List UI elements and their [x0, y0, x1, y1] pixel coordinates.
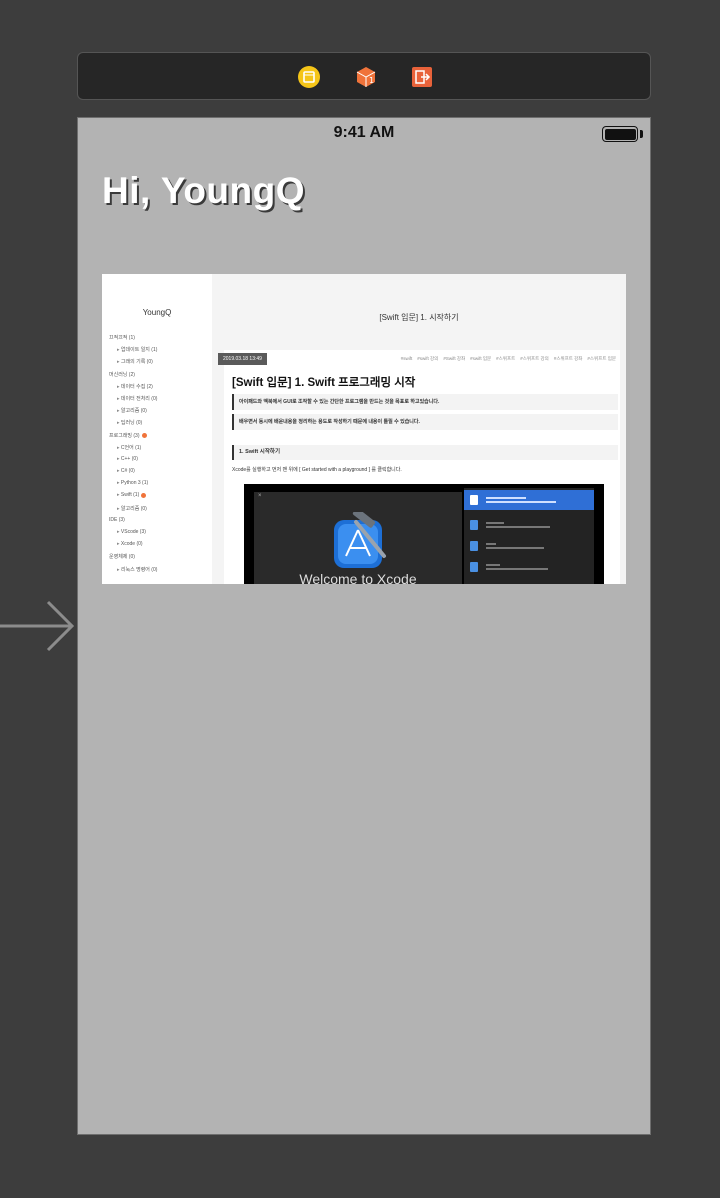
post-tag: #Swift 강좌 — [443, 356, 466, 361]
svg-text:1: 1 — [369, 76, 374, 85]
first-responder-icon[interactable]: 1 — [354, 65, 378, 89]
status-time: 9:41 AM — [333, 124, 395, 141]
xcode-welcome-screenshot: × Welcome to Xcode — [244, 484, 604, 584]
blog-sidebar: YoungQ 끄적끄적 (1) 업데이트 일지 (1) 그래의 기록 (0) 머신러닝… — [102, 274, 212, 584]
blog-category-label: C언어 (1) — [120, 444, 142, 451]
blog-category-label: 끄적끄적 (1) — [109, 335, 135, 341]
post-title: [Swift 입문] 1. Swift 프로그래밍 시작 — [232, 377, 416, 389]
blog-category-item: 끄적끄적 (1) — [109, 334, 157, 346]
blog-category-list: 끄적끄적 (1) 업데이트 일지 (1) 그래의 기록 (0) 머신러닝 (2) 데이터… — [109, 334, 157, 578]
blog-category-item: 그래의 기록 (0) — [109, 358, 157, 370]
post-tag: #스위프트 강의 — [520, 356, 549, 361]
xcode-logo-icon — [334, 512, 386, 568]
greeting-label: Hi, YoungQ — [102, 170, 306, 211]
blog-category-label: 운영체제 (0) — [109, 554, 135, 561]
new-badge-icon — [141, 432, 147, 438]
blog-category-item: 머신러닝 (2) — [109, 371, 157, 383]
blog-category-label: 머신러닝 (2) — [109, 371, 135, 378]
post-tags: #swift #swift 강의 #Swift 강좌 #swift 입문 #스위프트 #스… — [396, 356, 616, 362]
blog-category-item: VScode (3) — [109, 529, 157, 541]
blog-category-label: VScode (3) — [120, 529, 146, 535]
blog-category-label: 알고리즘 (0) — [120, 408, 147, 415]
blog-category-label: C++ (0) — [120, 455, 138, 462]
view-controller-icon[interactable] — [297, 65, 321, 89]
post-section-heading: 1. Swift 시작하기 — [232, 445, 618, 460]
blog-category-label: 리눅스 명령어 (0) — [120, 566, 158, 573]
xcode-welcome-text: Welcome to Xcode — [299, 571, 417, 584]
close-icon: × — [258, 493, 262, 499]
blog-category-item: 알고리즘 (0) — [109, 407, 157, 419]
blog-category-item: Swift (1) — [109, 492, 157, 504]
post-tag: #swift 강의 — [417, 356, 439, 361]
post-paragraph: Xcode를 실행하고 먼저 맨 위에 [ Get started with a… — [232, 467, 402, 473]
post-date: 2019.03.18 13:49 — [218, 353, 267, 365]
list-item — [464, 515, 594, 535]
battery-icon — [602, 126, 638, 142]
blog-category-item: 딥러닝 (0) — [109, 419, 157, 431]
blog-category-label: 업데이트 일지 (1) — [120, 347, 158, 354]
post-quote-1: 아이패드와 맥북에서 GUI로 조작할 수 있는 간단한 프로그램을 만드는 것… — [232, 394, 618, 410]
list-item — [464, 536, 594, 556]
blog-category-label: Python 3 (1) — [120, 480, 149, 487]
blog-category-item: 리눅스 명령어 (0) — [109, 566, 158, 578]
blog-category-item: 업데이트 일지 (1) — [109, 346, 158, 358]
blog-category-label: 그래의 기록 (0) — [120, 359, 153, 366]
blog-category-item: C++ (0) — [109, 456, 157, 468]
blog-category-label: 데이터 전처리 (0) — [120, 395, 158, 402]
blog-category-item: 데이터 전처리 (0) — [109, 395, 158, 407]
post-quote-2: 배우면서 동시에 배운내용을 정리하는 용도로 작성하기 때문에 내용이 틀릴 … — [232, 414, 618, 430]
blog-screenshot-image: YoungQ 끄적끄적 (1) 업데이트 일지 (1) 그래의 기록 (0) 머신러닝… — [102, 274, 626, 584]
blog-post: 2019.03.18 13:49 #swift #swift 강의 #Swift 강… — [218, 350, 620, 584]
blog-category-label: Swift (1) — [120, 492, 140, 499]
post-tag: #swift 입문 — [470, 356, 492, 361]
blog-category-item: Xcode (0) — [109, 541, 157, 553]
exit-icon[interactable] — [410, 65, 434, 89]
post-tag: #스위프트 — [496, 356, 516, 361]
blog-category-label: 알고리즘 (0) — [120, 505, 147, 512]
blog-category-item: Python 3 (1) — [109, 480, 157, 492]
xcode-welcome-panel: × Welcome to Xcode — [254, 492, 462, 584]
blog-category-label: C# (0) — [120, 468, 135, 475]
blog-category-item: C언어 (1) — [109, 444, 157, 456]
xcode-recent-projects — [464, 488, 594, 584]
blog-category-item: 운영체제 (0) — [109, 553, 157, 565]
post-tag: #스위프트 강좌 — [553, 356, 583, 361]
blog-category-item: 프로그래밍 (3) — [109, 432, 157, 444]
post-tag: #스위프트 입문 — [587, 356, 616, 361]
blog-category-item: C# (0) — [109, 468, 157, 480]
post-tag: #swift — [400, 356, 413, 361]
blog-category-label: 딥러닝 (0) — [120, 420, 143, 427]
battery-cap — [640, 130, 643, 138]
blog-category-item: IDE (3) — [109, 517, 157, 529]
blog-brand: YoungQ — [142, 308, 172, 317]
scene-dock: 1 — [77, 52, 651, 100]
blog-category-item: 알고리즘 (0) — [109, 505, 157, 517]
new-badge-icon — [141, 492, 147, 498]
blog-category-item: 데이터 수집 (2) — [109, 383, 157, 395]
blog-category-label: 프로그래밍 (3) — [109, 432, 140, 439]
blog-category-label: 데이터 수집 (2) — [120, 383, 153, 390]
list-item — [464, 557, 594, 577]
entry-point-arrow-icon[interactable] — [0, 598, 78, 654]
list-item — [464, 490, 594, 510]
blog-category-label: IDE (3) — [109, 516, 125, 523]
device-screen: 9:41 AM Hi, YoungQ YoungQ 끄적끄적 (1) 업데이트 일… — [77, 117, 651, 1135]
blog-category-label: Xcode (0) — [120, 541, 143, 548]
blog-header-title: [Swift 입문] 1. 시작하기 — [379, 313, 459, 322]
